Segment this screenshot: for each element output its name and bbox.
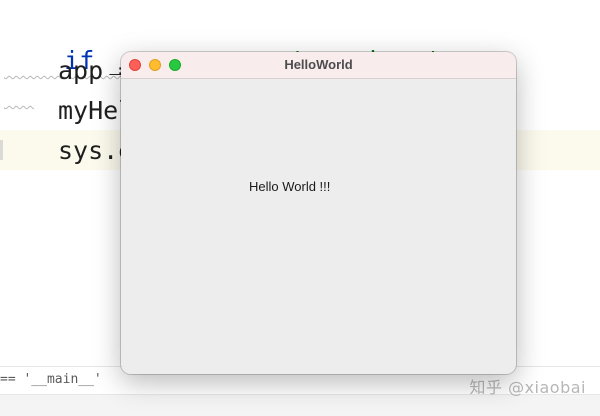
hello-label: Hello World !!! <box>249 179 331 194</box>
window-content: Hello World !!! <box>121 79 516 374</box>
window-title: HelloWorld <box>284 57 353 72</box>
window-titlebar[interactable]: HelloWorld <box>121 52 516 79</box>
breadcrumb[interactable]: == '__main__' <box>0 372 102 387</box>
helloworld-window[interactable]: HelloWorld Hello World !!! <box>121 52 516 374</box>
watermark-text: 知乎 @xiaobai <box>469 378 586 397</box>
gutter-marker <box>0 140 3 160</box>
